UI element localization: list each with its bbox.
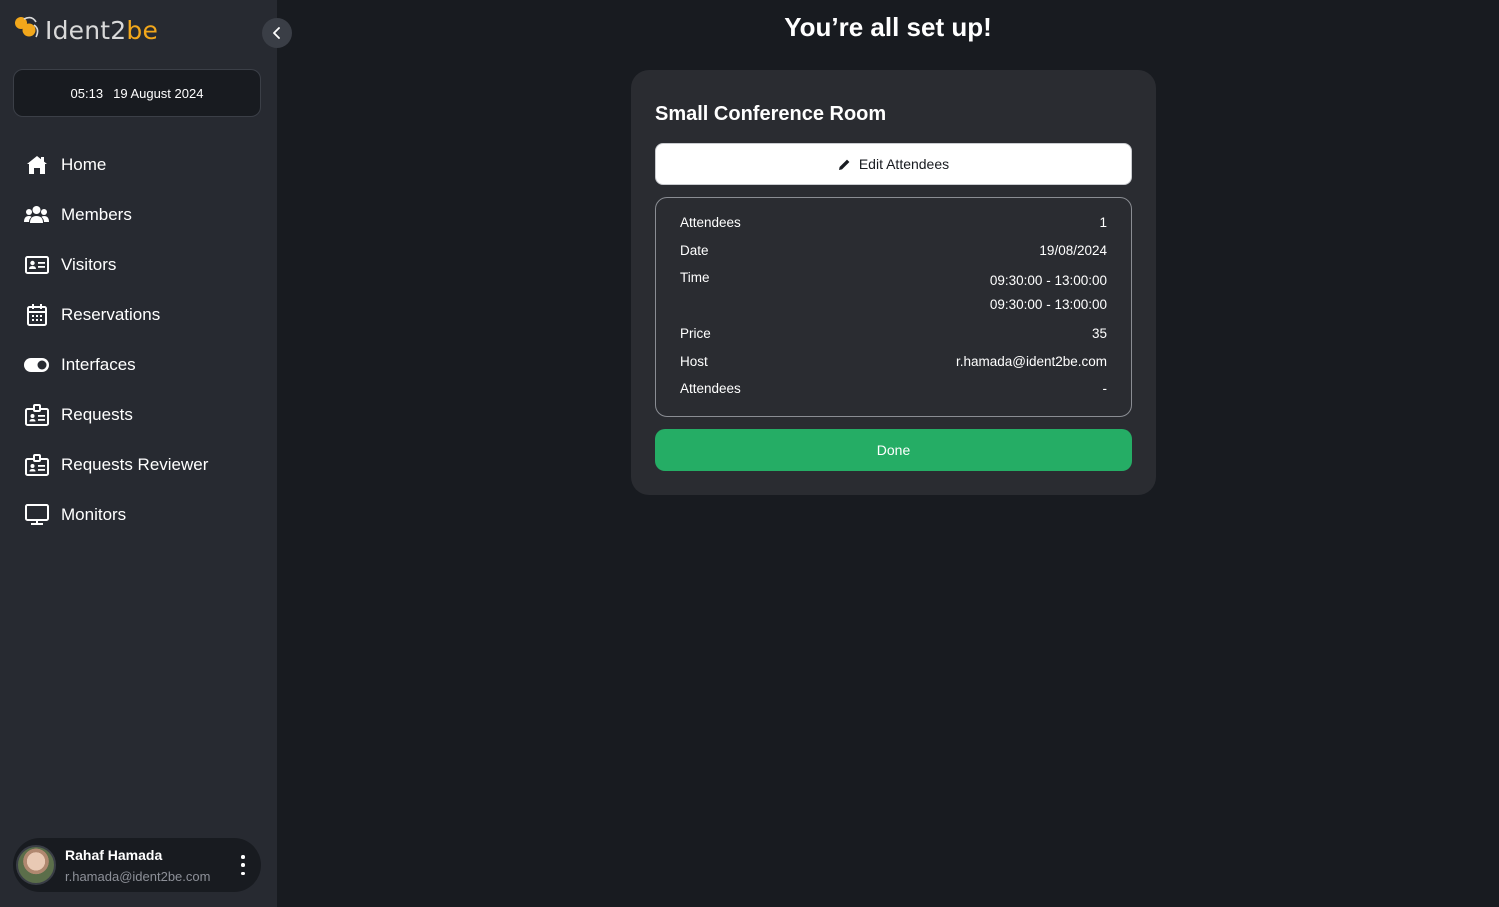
sidebar-item-visitors[interactable]: Visitors xyxy=(0,240,277,290)
sidebar-nav: Home Members Visitors Reservations Inter… xyxy=(0,140,277,540)
sidebar-item-label: Interfaces xyxy=(61,355,136,374)
detail-row-host: Host r.hamada@ident2be.com xyxy=(680,354,1107,369)
user-profile-card[interactable]: Rahaf Hamada r.hamada@ident2be.com xyxy=(13,838,261,892)
sidebar-item-members[interactable]: Members xyxy=(0,190,277,240)
sidebar-item-label: Requests xyxy=(61,405,133,424)
reservation-details: Attendees 1 Date 19/08/2024 Time 09:30:0… xyxy=(655,197,1132,417)
calendar-icon xyxy=(24,303,49,328)
sidebar-item-label: Requests Reviewer xyxy=(61,455,209,474)
badge-icon xyxy=(24,453,49,478)
done-button[interactable]: Done xyxy=(655,429,1132,471)
logo-icon xyxy=(15,16,39,38)
done-label: Done xyxy=(876,442,911,458)
toggle-icon xyxy=(24,353,49,378)
sidebar-item-home[interactable]: Home xyxy=(0,140,277,190)
sidebar-item-label: Visitors xyxy=(61,255,117,274)
edit-attendees-button[interactable]: Edit Attendees xyxy=(655,143,1132,185)
sidebar-item-label: Members xyxy=(61,205,132,224)
time-values: 09:30:00 - 13:00:00 09:30:00 - 13:00:00 xyxy=(990,269,1107,317)
reservation-summary-card: Small Conference Room Edit Attendees Att… xyxy=(631,70,1156,495)
badge-icon xyxy=(24,403,49,428)
page-title: You’re all set up! xyxy=(784,12,992,42)
time-slot: 09:30:00 - 13:00:00 xyxy=(989,273,1107,288)
user-name: Rahaf Hamada xyxy=(65,846,163,863)
chevron-left-icon xyxy=(273,27,280,39)
room-name: Small Conference Room xyxy=(655,103,887,125)
sidebar-item-interfaces[interactable]: Interfaces xyxy=(0,340,277,390)
monitor-icon xyxy=(24,503,49,528)
detail-row-price: Price 35 xyxy=(680,326,1107,341)
collapse-sidebar-button[interactable] xyxy=(262,18,292,48)
time-slot: 09:30:00 - 13:00:00 xyxy=(989,297,1107,312)
more-vertical-icon[interactable] xyxy=(239,855,247,875)
datetime-display: 05:13 19 August 2024 xyxy=(13,69,261,117)
sidebar: Ident2be 05:13 19 August 2024 Home Membe… xyxy=(0,0,277,907)
app-logo[interactable]: Ident2be xyxy=(12,12,158,48)
detail-row-attendees: Attendees 1 xyxy=(680,215,1107,230)
home-icon xyxy=(24,153,49,178)
sidebar-item-requests[interactable]: Requests xyxy=(0,390,277,440)
sidebar-item-monitors[interactable]: Monitors xyxy=(0,490,277,540)
sidebar-item-reservations[interactable]: Reservations xyxy=(0,290,277,340)
detail-row-date: Date 19/08/2024 xyxy=(680,243,1107,258)
sidebar-item-label: Home xyxy=(61,155,107,174)
detail-row-attendees-list: Attendees - xyxy=(680,381,1107,396)
members-icon xyxy=(24,203,49,228)
edit-attendees-label: Edit Attendees xyxy=(858,156,950,172)
current-date: 19 August 2024 xyxy=(113,85,204,101)
user-email: r.hamada@ident2be.com xyxy=(65,868,211,884)
id-card-icon xyxy=(24,253,49,278)
avatar xyxy=(16,845,56,885)
sidebar-item-requests-reviewer[interactable]: Requests Reviewer xyxy=(0,440,277,490)
sidebar-item-label: Reservations xyxy=(61,305,161,324)
sidebar-item-label: Monitors xyxy=(61,505,127,524)
current-time: 05:13 xyxy=(70,85,104,101)
pencil-icon xyxy=(838,159,850,170)
logo-text: Ident2be xyxy=(45,15,159,45)
